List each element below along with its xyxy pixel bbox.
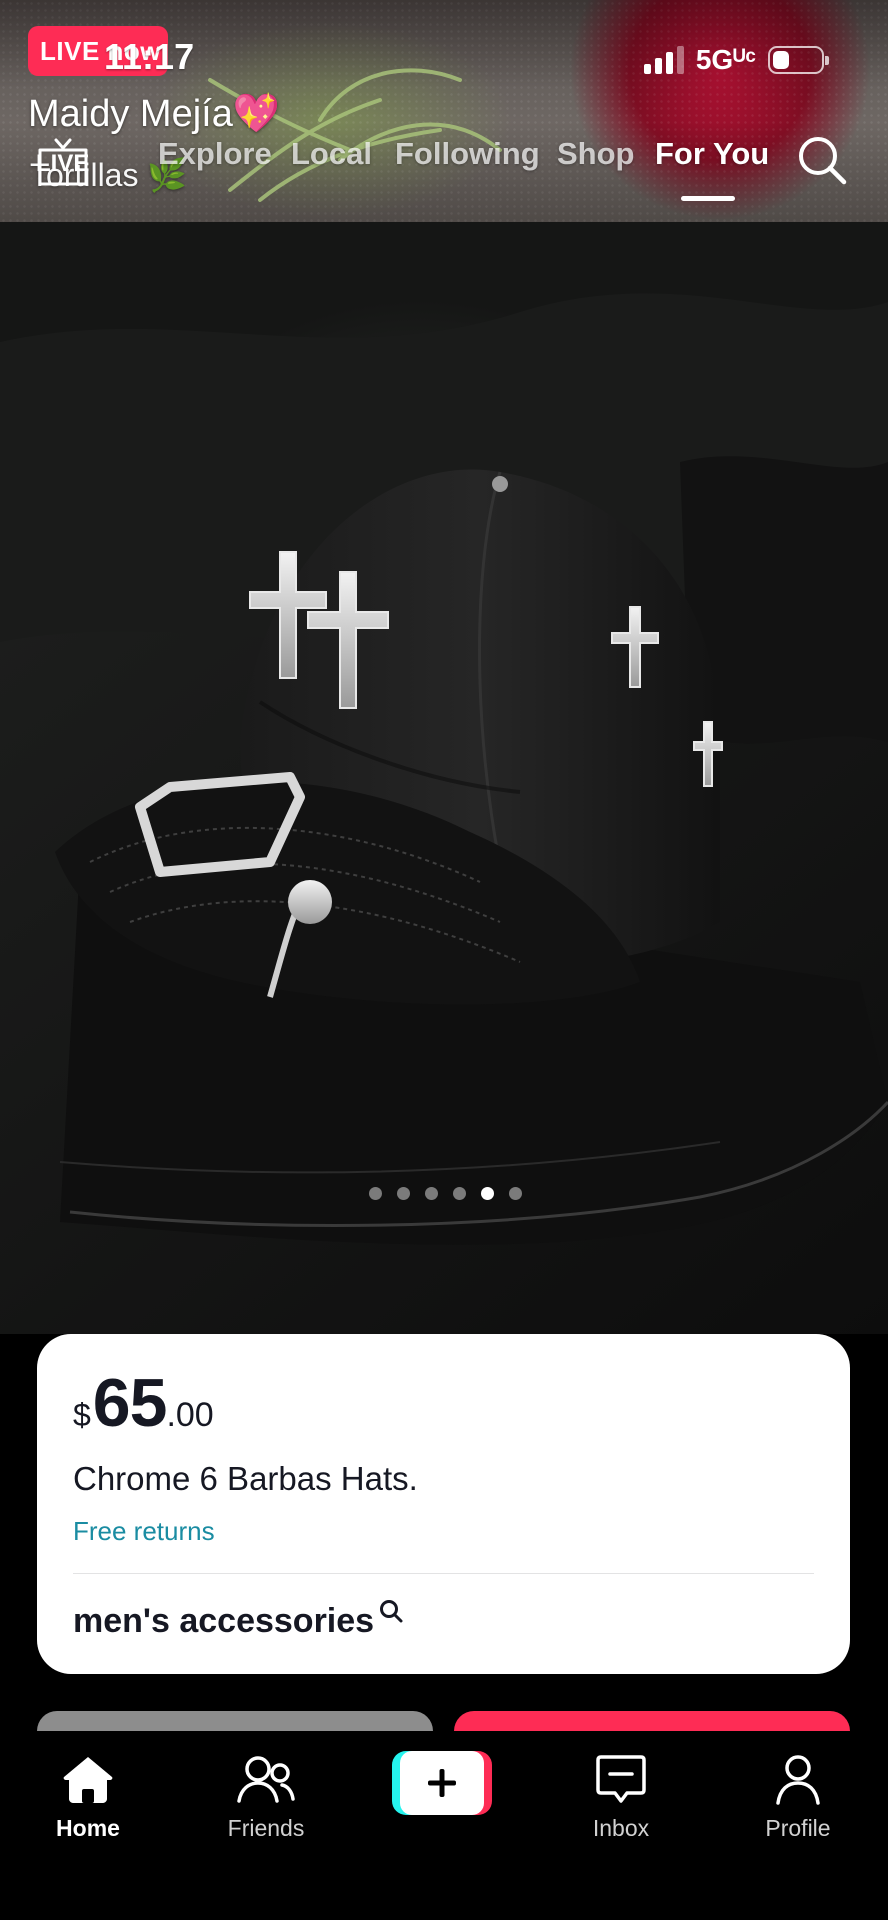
- inbox-icon: [596, 1755, 646, 1803]
- profile-icon: [776, 1755, 820, 1805]
- status-time: 11:17: [104, 36, 195, 77]
- live-nav-label: LIVE: [36, 150, 90, 177]
- top-nav: LIVE Explore Local Following Shop For Yo…: [0, 130, 888, 201]
- price-currency: $: [73, 1397, 91, 1433]
- carousel-dot: [397, 1187, 410, 1200]
- carousel-dot: [509, 1187, 522, 1200]
- tab-home-label: Home: [56, 1815, 120, 1841]
- price-main: 65: [92, 1365, 168, 1441]
- carousel-dot: [425, 1187, 438, 1200]
- tab-profile-label: Profile: [765, 1815, 831, 1841]
- tab-for-you[interactable]: For You: [655, 136, 769, 172]
- battery-icon: [768, 46, 829, 74]
- product-price: $ 65 .00: [73, 1364, 814, 1442]
- carousel-dot: [453, 1187, 466, 1200]
- network-type: 5Gᵁᶜ: [695, 44, 756, 75]
- tab-shop[interactable]: Shop: [557, 136, 635, 172]
- status-indicators: 5Gᵁᶜ: [643, 40, 829, 80]
- carousel-dot: [369, 1187, 382, 1200]
- price-cents: .00: [166, 1396, 214, 1434]
- tab-following[interactable]: Following: [395, 136, 540, 172]
- tab-inbox[interactable]: Inbox: [551, 1747, 691, 1842]
- bottom-tab-bar: Home Friends Inbox Profile: [0, 1731, 888, 1920]
- carousel-dots: [0, 1187, 888, 1201]
- search-icon: [380, 1600, 403, 1623]
- tab-explore[interactable]: Explore: [158, 136, 272, 172]
- live-tv-icon[interactable]: LIVE: [34, 138, 92, 190]
- category-label: men's accessories: [73, 1602, 375, 1640]
- tab-friends-label: Friends: [227, 1815, 305, 1841]
- friends-icon: [237, 1756, 295, 1803]
- tab-local[interactable]: Local: [291, 136, 372, 172]
- tab-friends[interactable]: Friends: [196, 1747, 336, 1842]
- product-image[interactable]: [0, 222, 888, 1334]
- free-returns-badge: Free returns: [73, 1516, 215, 1546]
- plus-icon: [428, 1769, 456, 1797]
- tab-profile[interactable]: Profile: [728, 1747, 868, 1842]
- tab-inbox-label: Inbox: [592, 1815, 650, 1841]
- create-button[interactable]: [392, 1751, 492, 1815]
- carousel-dot-active: [481, 1187, 494, 1200]
- hat-photo: [0, 293, 888, 1334]
- tab-home[interactable]: Home: [18, 1747, 158, 1842]
- search-icon[interactable]: [796, 134, 848, 186]
- active-tab-indicator: [681, 196, 735, 201]
- category-search-link[interactable]: men's accessories: [73, 1600, 814, 1641]
- card-divider: [73, 1573, 814, 1574]
- home-icon: [63, 1757, 113, 1803]
- product-card[interactable]: $ 65 .00 Chrome 6 Barbas Hats. Free retu…: [37, 1334, 850, 1674]
- product-title: Chrome 6 Barbas Hats.: [73, 1460, 418, 1497]
- signal-icon: [643, 46, 684, 74]
